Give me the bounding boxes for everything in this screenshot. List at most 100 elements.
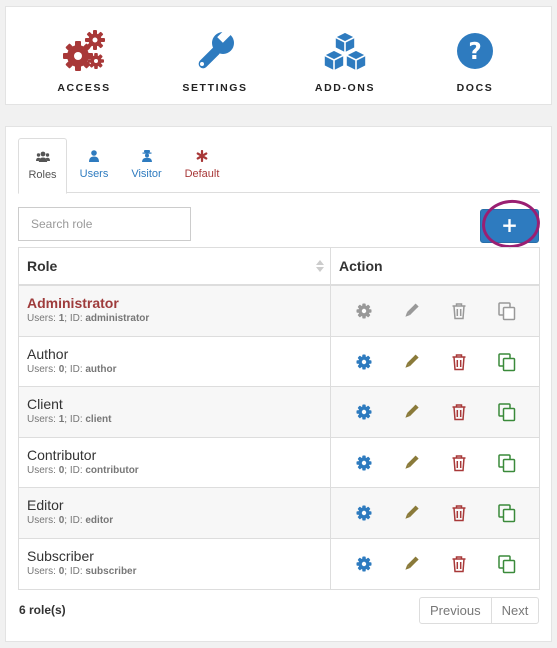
pencil-icon [401,301,421,321]
svg-text:?: ? [468,39,481,65]
role-name: Subscriber [27,547,94,564]
gear-icon [354,352,374,372]
role-id: contributor [85,464,139,476]
users-count: 0 [58,363,65,375]
users-label: Users: [27,313,56,324]
role-column-label: Role [27,258,58,274]
previous-button[interactable]: Previous [420,598,491,623]
users-label: Users: [27,363,56,375]
users-count: 0 [58,515,65,526]
copy-icon [497,503,517,523]
gear-action-button[interactable] [354,503,374,523]
copy-action-button[interactable] [497,453,517,473]
trash-action-button[interactable] [449,301,469,321]
copy-action-button[interactable] [497,301,517,321]
copy-action-button[interactable] [497,554,517,574]
trash-action-button[interactable] [449,453,469,473]
visitor-icon [141,150,152,162]
gear-action-button[interactable] [354,402,374,422]
trash-icon [449,453,469,473]
gear-action-button[interactable] [354,301,374,321]
roles-table: Role Action Administrator Users: 1; ID: … [18,247,540,590]
trash-action-button[interactable] [449,352,469,372]
id-label: ID: [69,363,83,375]
table-row: Subscriber Users: 0; ID: subscriber [19,538,539,590]
user-icon [89,150,99,162]
id-label: ID: [69,515,83,526]
users-label: Users: [27,515,56,526]
users-count: 1 [58,313,65,324]
nav-access-label: ACCESS [57,82,111,94]
sort-icon [316,260,324,272]
role-name: Administrator [27,295,119,311]
pencil-action-button[interactable] [401,402,421,422]
pencil-action-button[interactable] [401,503,421,523]
role-column-header[interactable]: Role [19,248,331,284]
trash-icon [449,352,469,372]
gear-icon [354,503,374,523]
search-role-input[interactable] [18,207,191,241]
gear-icon [354,453,374,473]
table-row: Administrator Users: 1; ID: administrato… [19,286,539,337]
tab-visitor-label: Visitor [131,168,162,180]
role-id: editor [85,515,114,526]
gear-action-button[interactable] [354,554,374,574]
nav-docs-label: DOCS [456,82,494,94]
tab-visitor[interactable]: Visitor [121,138,172,193]
action-cell [331,337,539,387]
role-cell: Administrator Users: 1; ID: administrato… [19,286,331,336]
trash-action-button[interactable] [449,554,469,574]
role-tabs: Roles Users Visitor Default [18,138,540,194]
pencil-icon [401,402,421,422]
gear-action-button[interactable] [354,453,374,473]
users-label: Users: [27,464,56,476]
tab-roles[interactable]: Roles [18,138,67,194]
users-count: 0 [58,464,65,476]
table-header: Role Action [19,248,539,286]
action-cell [331,387,539,437]
table-body: Administrator Users: 1; ID: administrato… [19,286,539,589]
role-name: Editor [27,497,64,513]
nav-settings[interactable]: SETTINGS [145,7,285,106]
roles-panel: Roles Users Visitor Default + Role [5,126,552,642]
role-id: administrator [85,313,150,324]
copy-icon [497,453,517,473]
trash-action-button[interactable] [449,402,469,422]
table-row: Contributor Users: 0; ID: contributor [19,437,539,488]
pencil-action-button[interactable] [401,554,421,574]
gear-action-button[interactable] [354,352,374,372]
tab-users-label: Users [79,168,109,180]
copy-action-button[interactable] [497,402,517,422]
action-cell [331,539,539,590]
action-cell [331,286,539,336]
next-button[interactable]: Next [490,598,539,623]
action-column-header: Action [339,258,383,274]
role-meta: Users: 0; ID: author [27,363,117,375]
pencil-action-button[interactable] [401,453,421,473]
role-cell: Subscriber Users: 0; ID: subscriber [19,538,331,589]
id-label: ID: [69,414,83,425]
trash-action-button[interactable] [449,503,469,523]
nav-addons-label: ADD-ONS [314,82,376,94]
role-name: Client [27,396,63,412]
role-name: Author [27,345,69,362]
nav-settings-label: SETTINGS [182,82,248,94]
users-label: Users: [27,414,56,425]
role-cell: Client Users: 1; ID: client [19,387,331,437]
role-cell: Editor Users: 0; ID: editor [19,488,331,538]
pencil-action-button[interactable] [401,301,421,321]
top-nav: ACCESS SETTINGS ADD-ONS ? DOCS [5,6,552,105]
trash-icon [449,301,469,321]
copy-action-button[interactable] [497,503,517,523]
pencil-action-button[interactable] [401,352,421,372]
add-role-button[interactable]: + [480,209,539,243]
nav-access[interactable]: ACCESS [14,7,154,106]
id-label: ID: [69,565,83,577]
table-row: Client Users: 1; ID: client [19,387,539,438]
tab-default[interactable]: Default [177,138,227,193]
role-meta: Users: 0; ID: contributor [27,464,139,476]
nav-addons[interactable]: ADD-ONS [275,7,415,106]
copy-action-button[interactable] [497,352,517,372]
nav-docs[interactable]: ? DOCS [405,7,545,106]
tab-users[interactable]: Users [69,138,119,193]
